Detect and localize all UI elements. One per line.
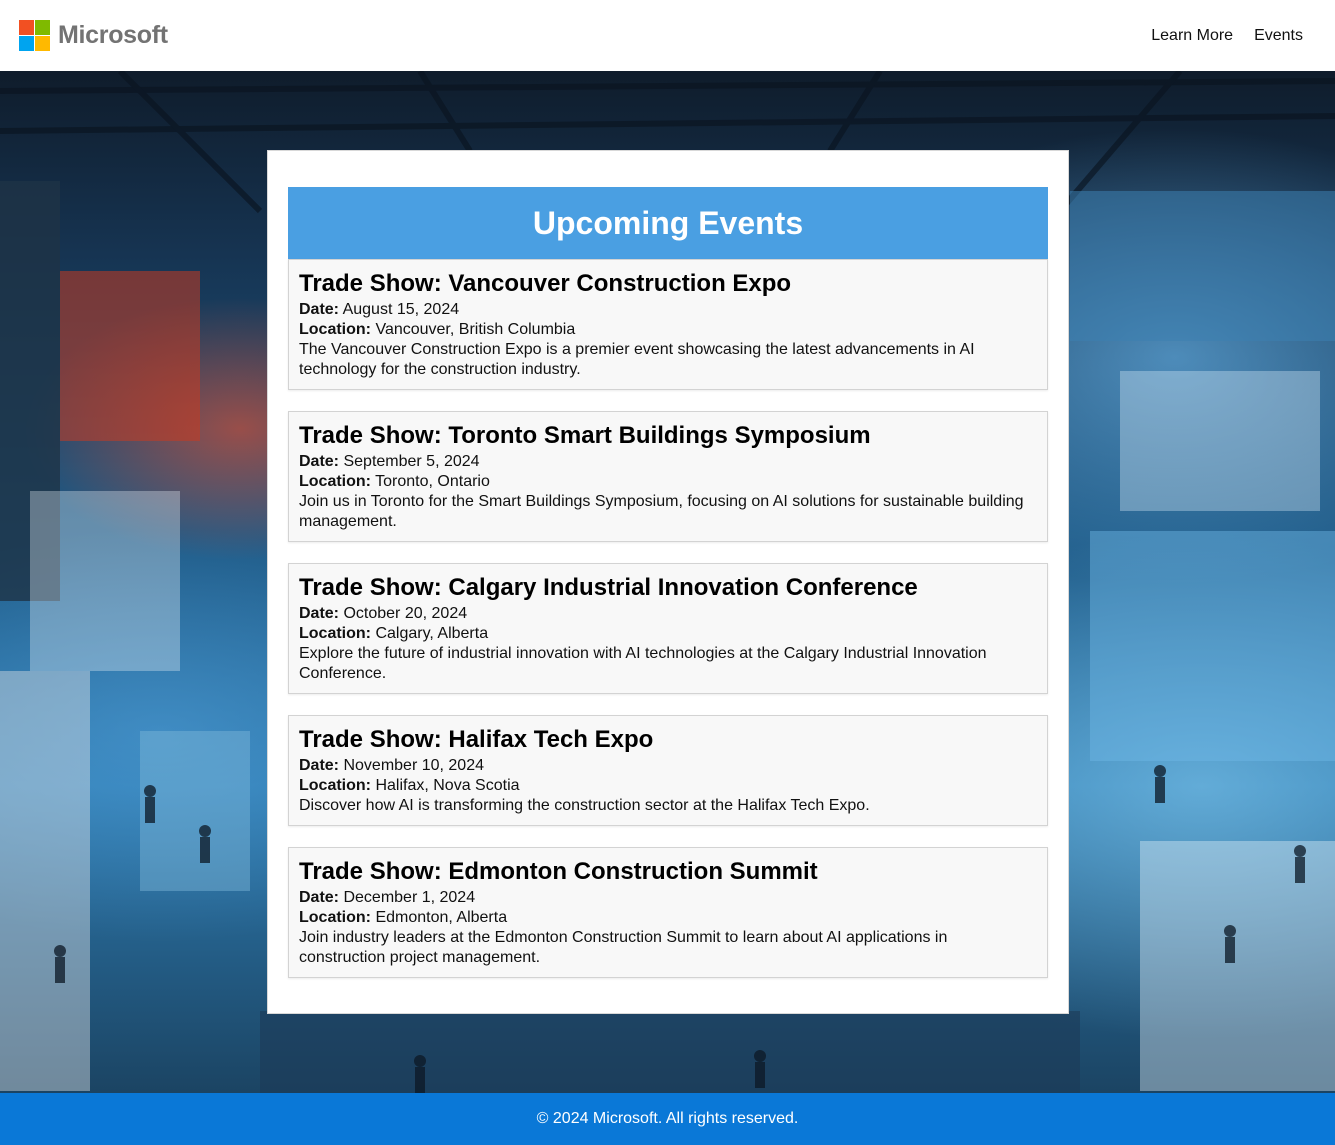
event-card: Trade Show: Calgary Industrial Innovatio… [288, 563, 1048, 694]
events-panel: Upcoming Events Trade Show: Vancouver Co… [267, 150, 1069, 1014]
event-card: Trade Show: Toronto Smart Buildings Symp… [288, 411, 1048, 542]
logo-square-yellow [35, 36, 50, 51]
event-description: Explore the future of industrial innovat… [299, 645, 987, 682]
location-label: Location: [299, 777, 371, 794]
event-date: Date: September 5, 2024 [299, 452, 1037, 472]
hero-background-image: Upcoming Events Trade Show: Vancouver Co… [0, 71, 1335, 1093]
location-label: Location: [299, 473, 371, 490]
event-date: Date: October 20, 2024 [299, 604, 1037, 624]
event-location-value: Calgary, Alberta [375, 625, 489, 642]
event-location: Location: Vancouver, British Columbia [299, 320, 1037, 340]
event-title: Trade Show: Calgary Industrial Innovatio… [299, 574, 918, 601]
copyright-text: © 2024 Microsoft. All rights reserved. [536, 1110, 799, 1127]
logo-square-red [19, 20, 34, 35]
location-label: Location: [299, 909, 371, 926]
brand[interactable]: Microsoft [19, 20, 168, 51]
event-date-value: September 5, 2024 [343, 453, 480, 470]
top-nav: Learn More Events [1151, 27, 1303, 45]
site-footer: © 2024 Microsoft. All rights reserved. [0, 1093, 1335, 1145]
event-location-value: Halifax, Nova Scotia [375, 777, 520, 794]
event-description: Join us in Toronto for the Smart Buildin… [299, 493, 1024, 530]
event-description: Join industry leaders at the Edmonton Co… [299, 929, 948, 966]
nav-link-events[interactable]: Events [1254, 27, 1303, 45]
event-location-value: Vancouver, British Columbia [375, 321, 576, 338]
date-label: Date: [299, 453, 340, 470]
event-title: Trade Show: Vancouver Construction Expo [299, 270, 792, 297]
date-label: Date: [299, 301, 340, 318]
date-label: Date: [299, 605, 340, 622]
date-label: Date: [299, 757, 340, 774]
logo-square-blue [19, 36, 34, 51]
event-location-value: Toronto, Ontario [375, 473, 490, 490]
event-description: The Vancouver Construction Expo is a pre… [299, 341, 975, 378]
logo-square-green [35, 20, 50, 35]
brand-name: Microsoft [58, 21, 168, 49]
date-label: Date: [299, 889, 340, 906]
event-title: Trade Show: Halifax Tech Expo [299, 726, 654, 753]
event-title: Trade Show: Toronto Smart Buildings Symp… [299, 422, 871, 449]
event-date: Date: December 1, 2024 [299, 888, 1037, 908]
event-location: Location: Calgary, Alberta [299, 624, 1037, 644]
site-header: Microsoft Learn More Events [0, 0, 1335, 71]
event-date: Date: August 15, 2024 [299, 300, 1037, 320]
event-date-value: November 10, 2024 [343, 757, 484, 774]
events-heading: Upcoming Events [288, 187, 1048, 259]
event-date-value: December 1, 2024 [343, 889, 476, 906]
event-card: Trade Show: Vancouver Construction Expo D… [288, 259, 1048, 390]
events-list: Trade Show: Vancouver Construction Expo D… [288, 259, 1048, 978]
nav-link-learn-more[interactable]: Learn More [1151, 27, 1233, 45]
event-card: Trade Show: Edmonton Construction Summit… [288, 847, 1048, 978]
event-location: Location: Toronto, Ontario [299, 472, 1037, 492]
event-location-value: Edmonton, Alberta [375, 909, 508, 926]
event-card: Trade Show: Halifax Tech Expo Date: Novem… [288, 715, 1048, 826]
event-date-value: October 20, 2024 [343, 605, 468, 622]
event-date: Date: November 10, 2024 [299, 756, 1037, 776]
event-location: Location: Edmonton, Alberta [299, 908, 1037, 928]
location-label: Location: [299, 321, 371, 338]
event-title: Trade Show: Edmonton Construction Summit [299, 858, 818, 885]
location-label: Location: [299, 625, 371, 642]
microsoft-logo-icon [19, 20, 50, 51]
event-date-value: August 15, 2024 [342, 301, 460, 318]
event-description: Discover how AI is transforming the cons… [299, 797, 870, 814]
event-location: Location: Halifax, Nova Scotia [299, 776, 1037, 796]
